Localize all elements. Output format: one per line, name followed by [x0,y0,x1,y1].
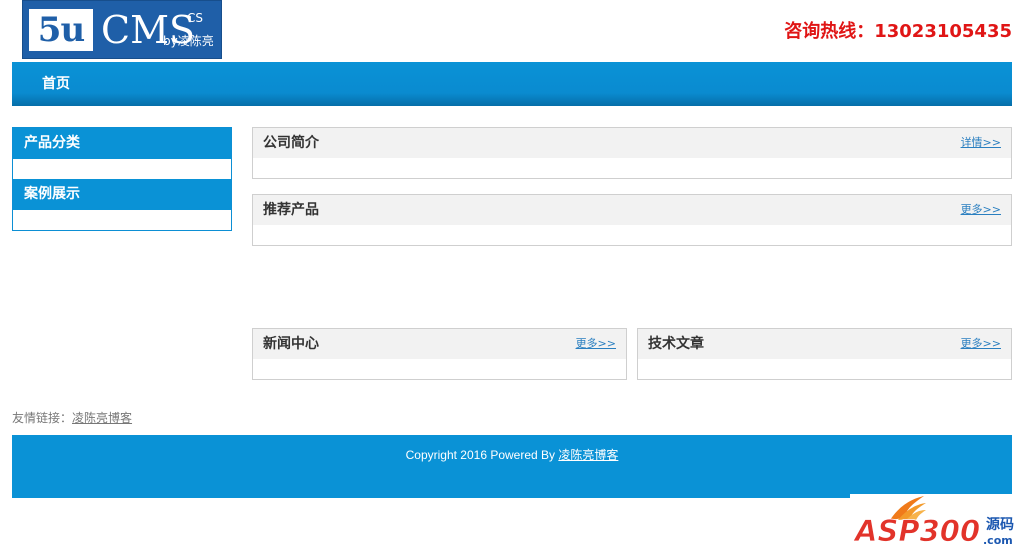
logo-cs: CS [187,11,203,25]
about-details-link[interactable]: 详情>> [961,128,1001,158]
panel-header [253,128,1011,158]
footer-blog-link[interactable]: 凌陈亮博客 [558,448,618,462]
logo-author: by凌陈亮 [163,34,214,48]
panel-news: 新闻中心 更多>> [252,328,627,380]
panel-products: 推荐产品 更多>> [252,194,1012,246]
panel-about: 公司简介 详情>> [252,127,1012,179]
copyright-text: Copyright 2016 Powered By [405,448,559,462]
site-logo[interactable]: 5u CMS CS by凌陈亮 [22,0,222,59]
sidebar-item-cases[interactable]: 案例展示 [13,179,231,210]
panel-title: 推荐产品 [263,202,319,218]
panel-header [253,195,1011,225]
panel-title: 新闻中心 [263,336,319,352]
friend-links: 友情链接：凌陈亮博客 [12,410,132,426]
svg-text:源码: 源码 [986,516,1014,533]
panel-title: 技术文章 [648,336,704,352]
main-nav: 首页 [12,62,1012,106]
products-more-link[interactable]: 更多>> [961,195,1001,225]
asp300-logo-icon: ASP300 源码 .com [853,496,1014,548]
copyright: Copyright 2016 Powered By 凌陈亮博客 [12,446,1012,463]
logo-5u: 5u [29,9,93,51]
svg-text:ASP300: ASP300 [853,514,980,548]
asp300-watermark: ASP300 源码 .com [850,494,1025,550]
hotline: 咨询热线：13023105435 [784,21,1012,42]
news-more-link[interactable]: 更多>> [576,329,616,359]
tech-more-link[interactable]: 更多>> [961,329,1001,359]
sidebar-item-product-categories[interactable]: 产品分类 [13,128,231,159]
panel-title: 公司简介 [263,135,319,151]
footer: Copyright 2016 Powered By 凌陈亮博客 [12,435,1012,498]
panel-tech-articles: 技术文章 更多>> [637,328,1012,380]
friend-link-blog[interactable]: 凌陈亮博客 [72,411,132,425]
svg-text:.com: .com [983,534,1013,547]
sidebar: 产品分类 案例展示 [12,127,232,231]
nav-item-home[interactable]: 首页 [42,62,70,106]
friend-links-label: 友情链接： [12,411,73,425]
